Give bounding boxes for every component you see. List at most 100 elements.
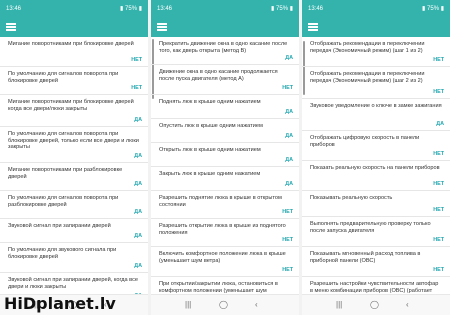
list-item[interactable]: Мигание поворотниками при разблокировке … xyxy=(0,163,148,191)
item-value: ДА xyxy=(285,109,293,115)
list-item[interactable]: По умолчанию для сигналов поворота при б… xyxy=(0,127,148,163)
back-icon[interactable]: ‹ xyxy=(406,300,409,309)
item-label: Включить комфортное положение люка в кры… xyxy=(159,251,286,264)
list-item[interactable]: Мигание поворотниками при блокировке две… xyxy=(0,95,148,127)
item-value: НЕТ xyxy=(433,57,444,63)
status-bar: 13:46 ▮ 75% ▮ xyxy=(302,0,450,18)
list-item[interactable]: По умолчанию для сигналов поворота при р… xyxy=(0,191,148,219)
item-label: Звуковой сигнал при запирании дверей, ко… xyxy=(8,277,138,290)
item-value: НЕТ xyxy=(433,181,444,187)
recent-apps-icon[interactable]: ||| xyxy=(185,300,191,309)
menu-icon[interactable] xyxy=(6,23,16,31)
list-item[interactable]: Прекратить движение окна в одно касание … xyxy=(151,37,299,65)
item-value: НЕТ xyxy=(433,151,444,157)
settings-list[interactable]: Мигание поворотниками при блокировке две… xyxy=(0,37,148,295)
item-value: НЕТ xyxy=(282,267,293,273)
item-value: ДА xyxy=(134,153,142,159)
list-item[interactable]: Показывать мгновенный расход топлива в п… xyxy=(302,247,450,277)
status-bar: 13:46 ▮ 75% ▮ xyxy=(151,0,299,18)
status-signal-battery: ▮ 75% ▮ xyxy=(422,6,444,12)
list-item[interactable]: Показать реальную скорость на панели при… xyxy=(302,161,450,191)
item-label: Мигание поворотниками при блокировке две… xyxy=(8,99,134,112)
list-item[interactable]: Поднять люк в крыше одним нажатием ДА xyxy=(151,95,299,119)
list-item[interactable]: Отображать цифровую скорость в панели пр… xyxy=(302,131,450,161)
item-value: НЕТ xyxy=(433,237,444,243)
screen-panel-2: 13:46 ▮ 75% ▮ Прекратить движение окна в… xyxy=(151,0,299,315)
item-label: Разрешить настройки чувствительности авт… xyxy=(310,281,439,295)
item-label: По умолчанию для сигналов поворота при б… xyxy=(8,71,119,84)
status-bar: 13:46 ▮ 75% ▮ xyxy=(0,0,148,18)
status-time: 13:46 xyxy=(308,6,324,12)
item-value: ДА xyxy=(285,55,293,61)
home-icon[interactable]: ◯ xyxy=(370,300,379,309)
item-label: По умолчанию для сигналов поворота при р… xyxy=(8,195,119,208)
item-value: ДА xyxy=(436,121,444,127)
settings-list[interactable]: Отображать рекомендации в переключении п… xyxy=(302,37,450,295)
item-value: ДА xyxy=(285,133,293,139)
item-value: ДА xyxy=(134,233,142,239)
item-label: По умолчанию для звукового сигнала при б… xyxy=(8,247,117,260)
list-item[interactable]: Звуковое уведомление о ключе в замке заж… xyxy=(302,99,450,131)
list-item[interactable]: При открытии/закрытии люка, остановиться… xyxy=(151,277,299,295)
settings-list[interactable]: Прекратить движение окна в одно касание … xyxy=(151,37,299,295)
item-value: НЕТ xyxy=(433,89,444,95)
list-item[interactable]: Звуковой сигнал при запирании дверей, ко… xyxy=(0,273,148,295)
item-value: НЕТ xyxy=(282,237,293,243)
item-value: НЕТ xyxy=(282,85,293,91)
item-label: Выполнять предварительную проверку тольк… xyxy=(310,221,431,234)
watermark: HiDplanet.lv xyxy=(4,294,116,313)
list-item[interactable]: Выполнять предварительную проверку тольк… xyxy=(302,217,450,247)
item-value: НЕТ xyxy=(131,57,142,63)
list-item[interactable]: Разрешить настройки чувствительности авт… xyxy=(302,277,450,295)
list-item[interactable]: Звуковой сигнал при запирании дверей ДА xyxy=(0,219,148,243)
item-label: Показывать мгновенный расход топлива в п… xyxy=(310,251,421,264)
item-value: НЕТ xyxy=(433,267,444,273)
item-value: ДА xyxy=(285,181,293,187)
item-value: ДА xyxy=(134,117,142,123)
item-label: Опустить люк в крыше одним нажатием xyxy=(159,123,263,129)
item-label: Разрешить поднятие люка в крыше в открыт… xyxy=(159,195,282,208)
list-item[interactable]: По умолчанию для звукового сигнала при б… xyxy=(0,243,148,273)
item-label: Закрыть люк в крыше одним нажатием xyxy=(159,171,261,177)
item-label: Отображать рекомендации в переключении п… xyxy=(310,71,425,84)
item-label: Движение окна в одно касание продолжаетс… xyxy=(159,69,278,82)
item-label: Звуковое уведомление о ключе в замке заж… xyxy=(310,103,442,109)
list-item[interactable]: Показывать реальную скорость НЕТ xyxy=(302,191,450,217)
item-label: Отображать цифровую скорость в панели пр… xyxy=(310,135,420,148)
list-item[interactable]: Разрешить поднятие люка в крыше в открыт… xyxy=(151,191,299,219)
item-value: НЕТ xyxy=(433,207,444,213)
list-item[interactable]: Открыть люк в крыше одним нажатием ДА xyxy=(151,143,299,167)
item-label: Открыть люк в крыше одним нажатием xyxy=(159,147,261,153)
item-label: Показывать реальную скорость xyxy=(310,195,393,201)
list-item[interactable]: Мигание поворотниками при блокировке две… xyxy=(0,37,148,67)
item-label: Показать реальную скорость на панели при… xyxy=(310,165,440,171)
list-item[interactable]: Отображать рекомендации в переключении п… xyxy=(302,67,450,99)
list-item[interactable]: Разрешить открытие люка в крыше из подня… xyxy=(151,219,299,247)
list-item[interactable]: Опустить люк в крыше одним нажатием ДА xyxy=(151,119,299,143)
list-item[interactable]: Включить комфортное положение люка в кры… xyxy=(151,247,299,277)
item-value: ДА xyxy=(134,263,142,269)
list-item[interactable]: Отображать рекомендации в переключении п… xyxy=(302,37,450,67)
item-label: Поднять люк в крыше одним нажатием xyxy=(159,99,261,105)
navigation-bar: ||| ◯ ‹ xyxy=(151,294,299,315)
item-label: Отображать рекомендации в переключении п… xyxy=(310,41,425,54)
list-item[interactable]: Закрыть люк в крыше одним нажатием ДА xyxy=(151,167,299,191)
item-value: НЕТ xyxy=(131,85,142,91)
list-item[interactable]: По умолчанию для сигналов поворота при б… xyxy=(0,67,148,95)
item-label: Звуковой сигнал при запирании дверей xyxy=(8,223,111,229)
list-item[interactable]: Движение окна в одно касание продолжаетс… xyxy=(151,65,299,95)
navigation-bar: ||| ◯ ‹ xyxy=(302,294,450,315)
screen-panel-3: 13:46 ▮ 75% ▮ Отображать рекомендации в … xyxy=(302,0,450,315)
item-value: ДА xyxy=(134,181,142,187)
status-signal-battery: ▮ 75% ▮ xyxy=(120,6,142,12)
item-label: Мигание поворотниками при разблокировке … xyxy=(8,167,123,180)
menu-icon[interactable] xyxy=(308,23,318,31)
status-time: 13:46 xyxy=(6,6,22,12)
home-icon[interactable]: ◯ xyxy=(219,300,228,309)
menu-icon[interactable] xyxy=(157,23,167,31)
app-bar xyxy=(151,18,299,37)
back-icon[interactable]: ‹ xyxy=(255,300,258,309)
item-label: По умолчанию для сигналов поворота при б… xyxy=(8,131,139,151)
recent-apps-icon[interactable]: ||| xyxy=(336,300,342,309)
app-bar xyxy=(302,18,450,37)
